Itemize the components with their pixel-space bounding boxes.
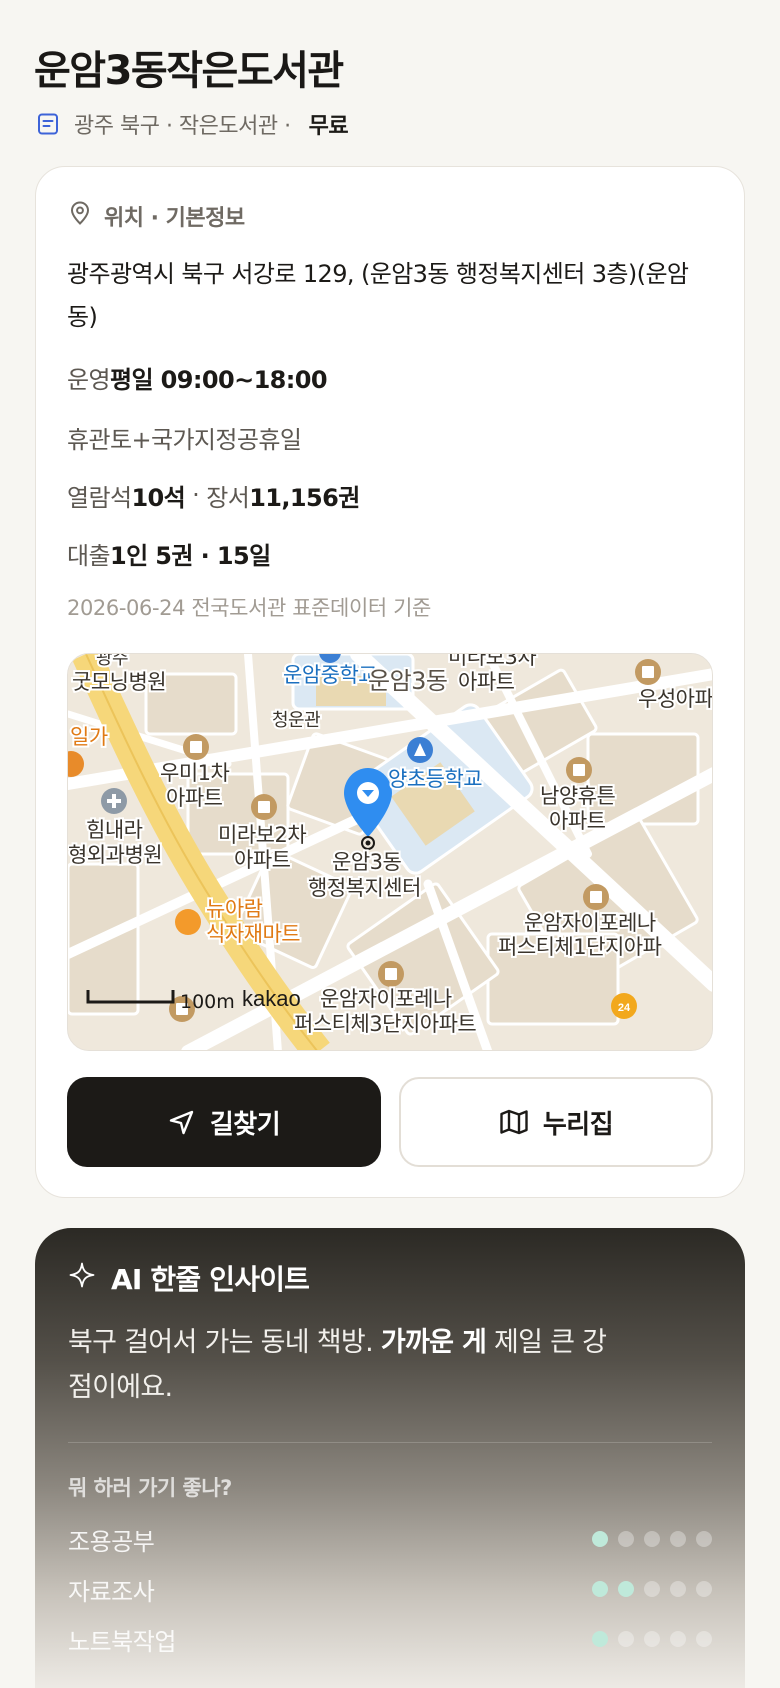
map-label: 식자재마트 bbox=[206, 922, 300, 946]
map-label: 형외과병원 bbox=[68, 843, 162, 867]
rating-dot-filled bbox=[592, 1581, 608, 1597]
rating-row: 자료조사 bbox=[68, 1571, 712, 1607]
books-label: 장서 bbox=[206, 483, 250, 512]
map-label: 남양휴튼 bbox=[540, 784, 615, 808]
loan-label: 대출 bbox=[67, 541, 111, 570]
library-meta: 광주 북구 · 작은도서관 · 무료 bbox=[36, 106, 349, 142]
seats-value: 10석 bbox=[131, 483, 186, 512]
map-label: 아파트 bbox=[458, 670, 515, 694]
map-label: 운암3동 bbox=[368, 667, 448, 695]
map-label: 아파트 bbox=[549, 809, 606, 833]
rating-dots bbox=[592, 1631, 712, 1647]
address-text: 광주광역시 북구 서강로 129, (운암3동 행정복지센터 3층)(운암동) bbox=[67, 260, 689, 331]
map-label: 운암3동 bbox=[332, 850, 402, 874]
rating-dot-empty bbox=[644, 1631, 660, 1647]
divider bbox=[68, 1442, 712, 1443]
rating-dots bbox=[592, 1581, 712, 1597]
rating-dot-filled bbox=[618, 1581, 634, 1597]
closed-label: 휴관 bbox=[67, 425, 111, 454]
map-label: 행정복지센터 bbox=[308, 876, 421, 900]
sparkle-icon bbox=[69, 1262, 95, 1295]
activity-question: 뭐 하러 가기 좋나? bbox=[68, 1476, 232, 1500]
map-icon bbox=[499, 1108, 529, 1136]
map-conv-badge: 24 bbox=[618, 1002, 631, 1014]
rating-dot-empty bbox=[644, 1531, 660, 1547]
loan-value: 1인 5권 · 15일 bbox=[109, 541, 271, 570]
ai-insight-header: AI 한줄 인사이트 bbox=[69, 1258, 310, 1298]
map-label: 뉴아람 bbox=[206, 897, 263, 921]
rating-dot-filled bbox=[592, 1531, 608, 1547]
map-label: 굿모닝병원 bbox=[72, 670, 166, 694]
map-label: 퍼스티체3단지아파트 bbox=[294, 1012, 476, 1036]
map-provider-logo: kakao bbox=[242, 986, 301, 1011]
data-source-note: 2026-06-24 전국도서관 표준데이터 기준 bbox=[67, 596, 431, 620]
map-label: 힘내라 bbox=[86, 818, 143, 842]
rating-label: 노트북작업 bbox=[68, 1627, 176, 1656]
document-icon bbox=[36, 112, 60, 136]
rating-dot-empty bbox=[644, 1581, 660, 1597]
ai-insight-highlight: 가까운 게 bbox=[380, 1327, 487, 1358]
rating-dot-empty bbox=[696, 1581, 712, 1597]
hours-row: 운영 평일 09:00~18:00 bbox=[67, 359, 328, 395]
directions-label: 길찾기 bbox=[209, 1109, 281, 1140]
map-label: 미라보2차 bbox=[218, 823, 306, 847]
directions-button[interactable]: 길찾기 bbox=[67, 1077, 381, 1167]
map-label: 퍼스티체1단지아파 bbox=[498, 935, 662, 959]
section-title: 위치 · 기본정보 bbox=[104, 206, 245, 231]
rating-dots bbox=[592, 1531, 712, 1547]
map-label: 청운관 bbox=[272, 710, 320, 731]
map-label: 운암중학교 bbox=[283, 663, 377, 687]
rating-dot-empty bbox=[618, 1531, 634, 1547]
ai-insight-text-part: 북구 걸어서 가는 동네 책방. bbox=[68, 1327, 381, 1358]
library-detail-page: 운암3동작은도서관 광주 북구 · 작은도서관 · 무료 위치 · 기본정보 광… bbox=[0, 0, 780, 1688]
rating-dot-empty bbox=[670, 1581, 686, 1597]
loan-row: 대출 1인 5권 · 15일 bbox=[67, 535, 271, 571]
map-label: 운암자이포레나 bbox=[524, 911, 656, 935]
seats-label: 열람석 bbox=[67, 483, 132, 512]
hours-label: 운영 bbox=[67, 365, 111, 394]
navigation-arrow-icon bbox=[168, 1108, 196, 1136]
seats-books-row: 열람석 10석 · 장서 11,156권 bbox=[67, 477, 360, 513]
map-label: 아파트 bbox=[166, 786, 223, 810]
rating-label: 자료조사 bbox=[68, 1577, 155, 1606]
rating-dot-empty bbox=[670, 1631, 686, 1647]
website-button[interactable]: 누리집 bbox=[399, 1077, 713, 1167]
map-scale-label: 100m bbox=[180, 991, 235, 1013]
rating-dot-empty bbox=[696, 1531, 712, 1547]
ai-insight-title: AI 한줄 인사이트 bbox=[111, 1263, 310, 1296]
rating-row: 조용공부 bbox=[68, 1521, 712, 1557]
library-region-type: 광주 북구 · 작은도서관 · bbox=[74, 114, 291, 139]
map-label: 아파트 bbox=[234, 848, 291, 872]
closed-row: 휴관 토+국가지정공휴일 bbox=[67, 419, 302, 455]
map-label: 일가 bbox=[70, 725, 108, 749]
map-label: 우성아파 bbox=[638, 687, 713, 711]
map-label: 우미1차 bbox=[160, 761, 230, 785]
map-label: 운암자이포레나 bbox=[320, 987, 452, 1011]
info-card: 위치 · 기본정보 광주광역시 북구 서강로 129, (운암3동 행정복지센터… bbox=[35, 166, 745, 1198]
page-title: 운암3동작은도서관 bbox=[34, 48, 344, 94]
rating-label: 조용공부 bbox=[68, 1527, 155, 1556]
map-label: 미라보3차 bbox=[448, 654, 536, 669]
fee-badge: 무료 bbox=[308, 114, 349, 139]
website-label: 누리집 bbox=[542, 1109, 614, 1140]
rating-row: 노트북작업 bbox=[68, 1621, 712, 1657]
closed-value: 토+국가지정공휴일 bbox=[109, 425, 302, 454]
rating-dot-empty bbox=[670, 1531, 686, 1547]
rating-dot-empty bbox=[696, 1631, 712, 1647]
section-header: 위치 · 기본정보 bbox=[68, 199, 245, 233]
rating-dot-empty bbox=[618, 1631, 634, 1647]
location-map[interactable]: 24 굿모닝병원 광주 운암중학교 운암3동 미라보3차 아파트 우성아파 청운… bbox=[67, 653, 713, 1051]
rating-dot-filled bbox=[592, 1631, 608, 1647]
location-pin-icon bbox=[68, 200, 92, 232]
map-label: 광주 bbox=[96, 654, 128, 669]
books-value: 11,156권 bbox=[249, 483, 360, 512]
hours-value: 평일 09:00~18:00 bbox=[109, 365, 328, 394]
ai-insight-text: 북구 걸어서 가는 동네 책방. 가까운 게 제일 큰 강점이에요. bbox=[68, 1320, 628, 1410]
ai-insight-card: AI 한줄 인사이트 북구 걸어서 가는 동네 책방. 가까운 게 제일 큰 강… bbox=[35, 1228, 745, 1688]
map-label: 양초등학교 bbox=[388, 767, 482, 791]
